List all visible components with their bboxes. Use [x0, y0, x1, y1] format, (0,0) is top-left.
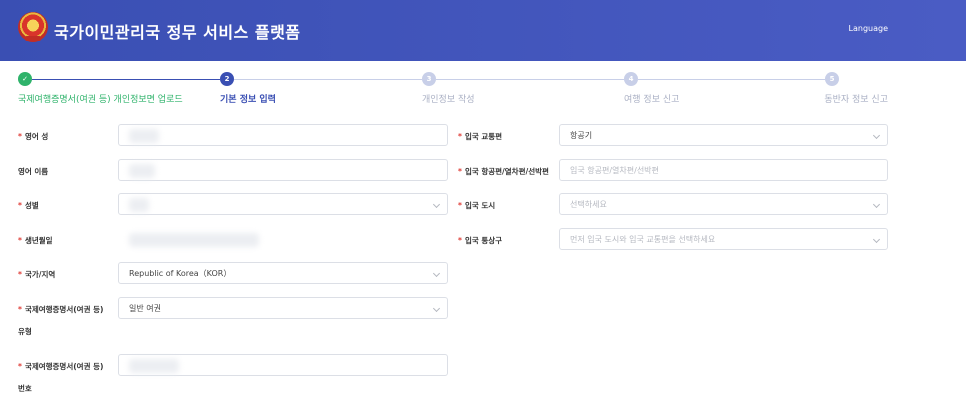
step-1-label: 국제여행증명서(여권 등) 개인정보면 업로드	[18, 95, 183, 105]
flight-label: * 입국 항공편/열차편/선박편	[458, 167, 549, 176]
progress-stepper: ✓ 2 3 4 5 국제여행증명서(여권 등) 개인정보면 업로드 기본 정보 …	[0, 72, 966, 108]
chevron-down-icon	[432, 200, 441, 209]
page-title: 국가이민관리국 정무 서비스 플랫폼	[54, 23, 301, 42]
step-1-check-icon: ✓	[18, 72, 32, 86]
step-3-indicator: 3	[422, 72, 436, 86]
transport-select[interactable]: 항공기	[559, 124, 888, 146]
step-2-indicator: 2	[220, 72, 234, 86]
step-5-indicator: 5	[825, 72, 839, 86]
app-header: 국가이민관리국 정무 서비스 플랫폼 Language	[0, 0, 966, 61]
language-button[interactable]: Language	[849, 24, 888, 33]
surname-label: * 영어 성	[18, 132, 49, 141]
doc-type-label: * 국제여행증명서(여권 등)	[18, 305, 104, 314]
chevron-down-icon	[872, 131, 881, 140]
gender-select[interactable]	[118, 193, 448, 215]
port-label: * 입국 통상구	[458, 236, 503, 245]
port-select[interactable]: 먼저 입국 도시와 입국 교통편을 선택하세요	[559, 228, 888, 250]
birthdate-label: * 생년월일	[18, 236, 53, 245]
birthdate-input[interactable]	[118, 228, 278, 250]
step-5-label: 동반자 정보 신고	[824, 95, 888, 105]
step-connector	[234, 79, 422, 80]
flight-input[interactable]: 입국 항공편/열차편/선박편	[559, 159, 888, 181]
step-4-indicator: 4	[624, 72, 638, 86]
doc-number-input[interactable]	[118, 354, 448, 376]
surname-input[interactable]	[118, 124, 448, 146]
given-name-input[interactable]	[118, 159, 448, 181]
country-label: * 국가/지역	[18, 270, 56, 279]
doc-type-label-line2: 유형	[18, 327, 32, 336]
gender-label: * 성별	[18, 201, 39, 210]
chevron-down-icon	[432, 269, 441, 278]
transport-label: * 입국 교통편	[458, 132, 503, 141]
doc-number-label: * 국제여행증명서(여권 등)	[18, 362, 104, 371]
step-connector	[32, 79, 220, 80]
step-connector	[436, 79, 624, 80]
city-label: * 입국 도시	[458, 201, 496, 210]
step-connector	[638, 79, 825, 80]
country-select[interactable]: Republic of Korea（KOR）	[118, 262, 448, 284]
doc-type-select[interactable]: 일반 여권	[118, 297, 448, 319]
doc-number-label-line2: 번호	[18, 384, 32, 393]
chevron-down-icon	[432, 304, 441, 313]
city-select[interactable]: 선택하세요	[559, 193, 888, 215]
step-2-label: 기본 정보 입력	[220, 95, 276, 105]
national-emblem-icon	[18, 12, 48, 42]
step-3-label: 개인정보 작성	[422, 95, 475, 105]
chevron-down-icon	[872, 235, 881, 244]
given-name-label: 영어 이름	[18, 167, 49, 176]
chevron-down-icon	[872, 200, 881, 209]
step-4-label: 여행 정보 신고	[624, 95, 680, 105]
